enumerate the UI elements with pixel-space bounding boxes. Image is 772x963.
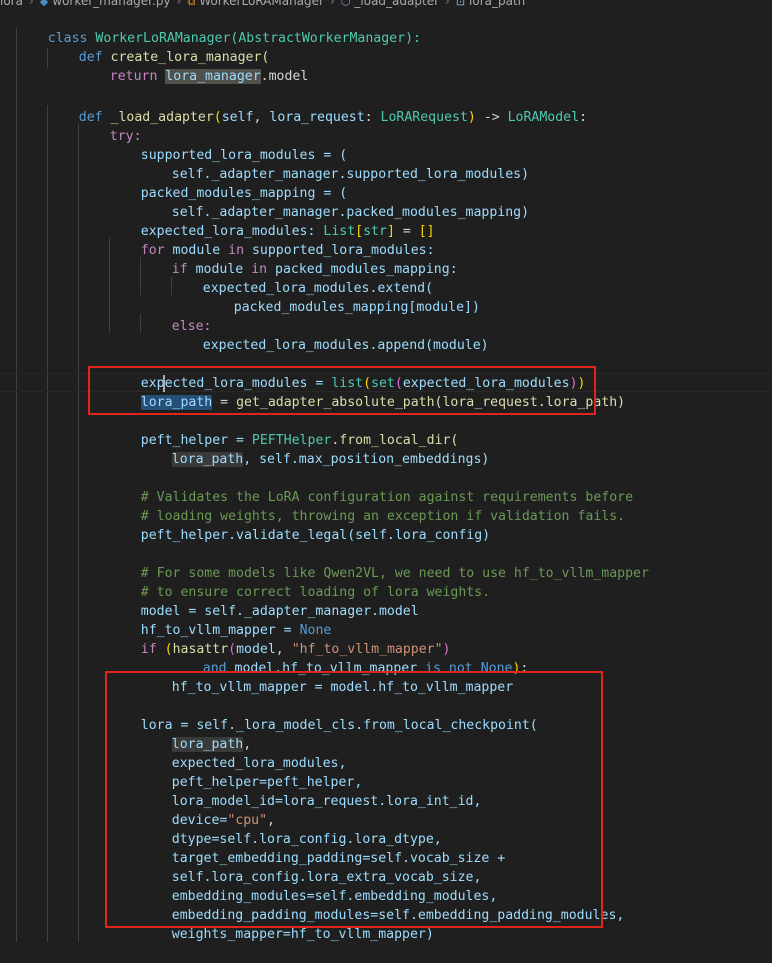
variable-icon: ⊡	[455, 0, 466, 8]
class-icon: ⧉	[187, 0, 196, 8]
annotation-box-lora-path	[88, 366, 596, 415]
code-text: weights_mapper=hf_to_vllm_mapper)	[171, 927, 434, 942]
chevron-right-icon: ›	[445, 0, 450, 8]
code-line: if module in packed_modules_mapping:	[0, 241, 772, 277]
code-line: self._adapter_manager.supported_lora_mod…	[0, 146, 772, 182]
code-line: expected_lora_modules: List[str] = []	[140, 224, 435, 239]
method-icon: ⬡	[340, 0, 351, 8]
code-line: # to ensure correct loading of lora weig…	[0, 564, 772, 600]
keyword: return	[109, 69, 158, 84]
code-line: and model.hf_to_vllm_mapper is not None)…	[202, 661, 529, 676]
code-line: # loading weights, throwing an exception…	[0, 488, 772, 524]
code-line: if (hasattr(model, "hf_to_vllm_mapper")	[140, 642, 451, 657]
chevron-right-icon: ›	[176, 0, 182, 8]
code-line: # Validates the LoRA configuration again…	[0, 469, 772, 505]
code-line: hf_to_vllm_mapper = None	[0, 602, 772, 638]
code-line: packed_modules_mapping = (	[0, 165, 772, 201]
code-line: return lora_manager.model	[0, 48, 772, 84]
chevron-right-icon: ›	[329, 0, 335, 8]
breadcrumb: lora › ◆ worker_manager.py › ⧉ WorkerLoRAManag…	[0, 0, 772, 10]
python-file-icon: ◆	[39, 0, 49, 8]
chevron-right-icon: ›	[28, 0, 34, 8]
code-line: def create_lora_manager(	[0, 29, 772, 65]
code-line: expected_lora_modules.append(module)	[0, 317, 772, 353]
code-text: expected_lora_modules.append(module)	[202, 338, 489, 353]
code-text: peft_helper.validate_legal(self.lora_con…	[140, 528, 491, 543]
code-text: , self.max_position_embeddings)	[243, 452, 490, 467]
breadcrumb-method[interactable]: _load_adapter	[354, 0, 439, 8]
code-line: try:	[0, 108, 772, 144]
code-line: for module in supported_lora_modules:	[0, 222, 772, 258]
code-line: class WorkerLoRAManager(AbstractWorkerMa…	[0, 10, 772, 46]
code-line: model = self._adapter_manager.model	[0, 583, 772, 619]
code-line: def _load_adapter(self, lora_request: Lo…	[78, 110, 588, 125]
code-line: self._adapter_manager.packed_modules_map…	[0, 184, 772, 220]
code-line: expected_lora_modules.extend(	[0, 260, 772, 296]
breadcrumb-class[interactable]: WorkerLoRAManager	[199, 0, 324, 8]
code-line: # For some models like Qwen2VL, we need …	[0, 545, 772, 581]
code-text: .model	[260, 69, 309, 84]
code-line: supported_lora_modules = (	[0, 127, 772, 163]
code-line: else:	[0, 298, 772, 334]
breadcrumb-file[interactable]: worker_manager.py	[52, 0, 170, 8]
code-line: lora_path, self.max_position_embeddings)	[0, 431, 772, 467]
code-line: packed_modules_mapping[module])	[0, 279, 772, 315]
code-line: peft_helper.validate_legal(self.lora_con…	[0, 507, 772, 543]
highlighted-identifier: lora_manager	[165, 69, 261, 84]
annotation-box-load-checkpoint	[105, 671, 603, 928]
breadcrumb-folder[interactable]: lora	[0, 0, 23, 8]
highlighted-identifier: lora_path	[171, 452, 244, 467]
breadcrumb-variable[interactable]: lora_path	[469, 0, 525, 8]
